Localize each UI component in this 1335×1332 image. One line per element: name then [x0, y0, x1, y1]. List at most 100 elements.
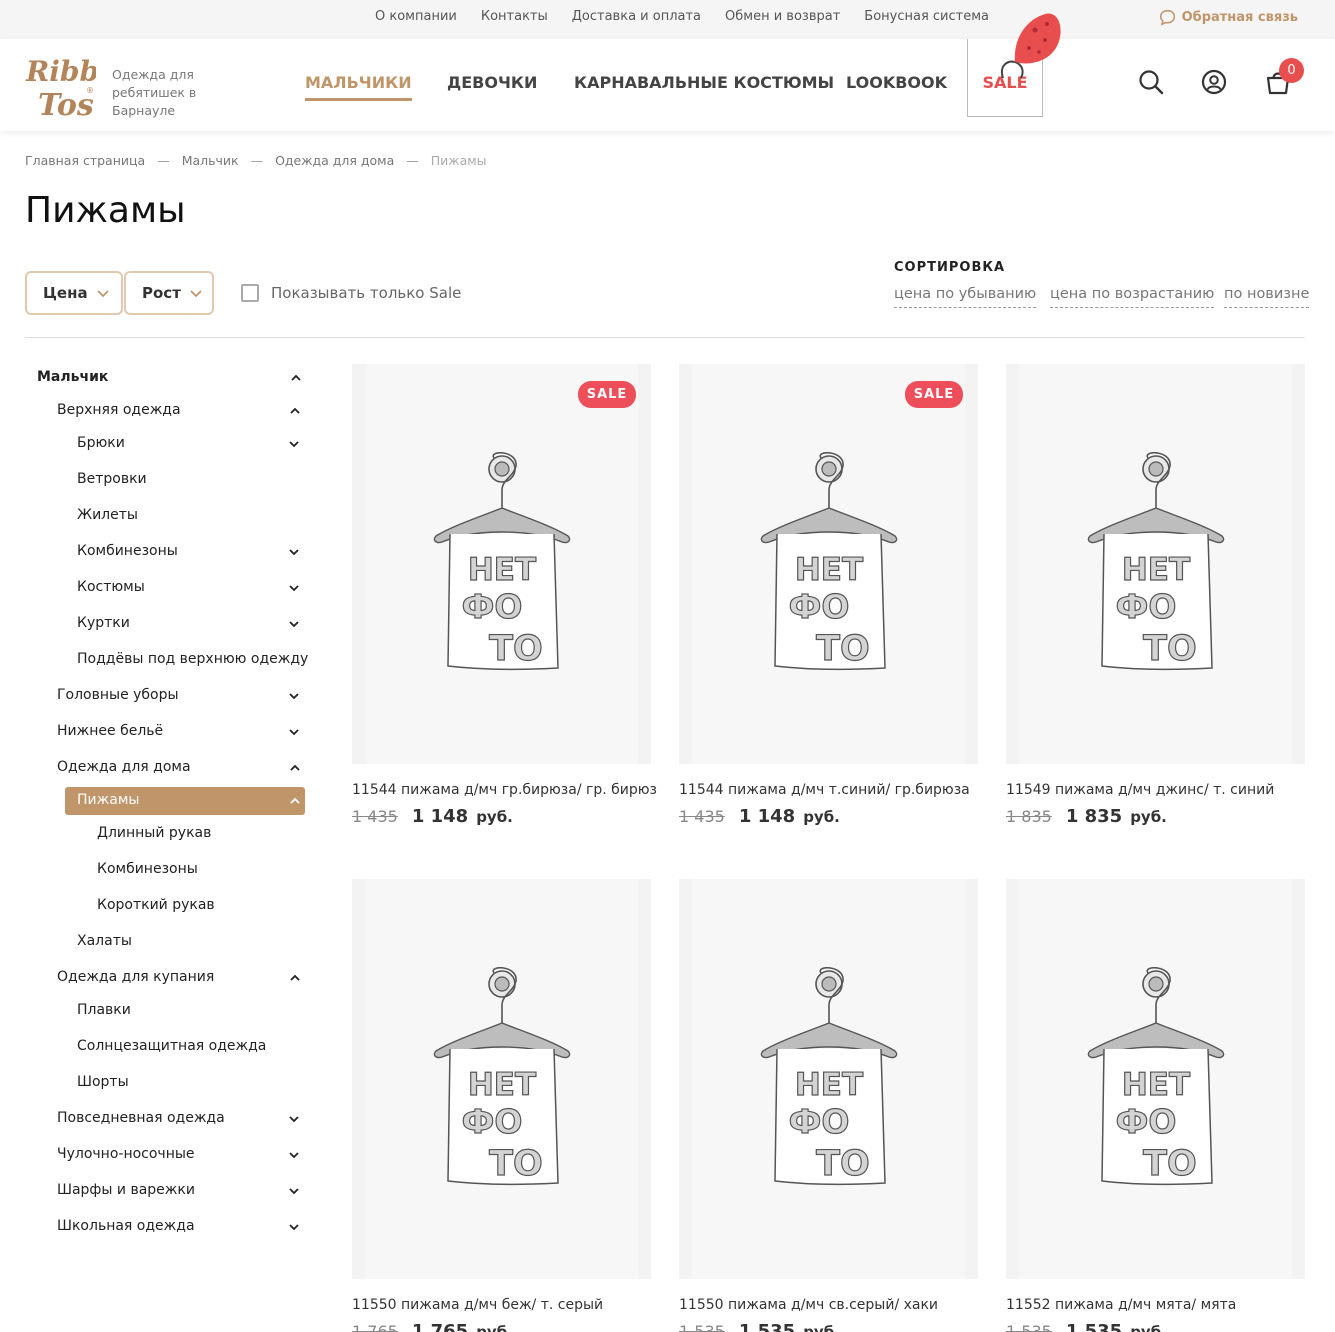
current-price: 1 148 [411, 806, 469, 827]
sidebar-item-suits[interactable]: Костюмы [77, 579, 145, 595]
breadcrumb-home[interactable]: Главная страница [25, 153, 145, 168]
sidebar-item-scarves[interactable]: Шарфы и варежки [57, 1182, 195, 1198]
chevron-down-icon[interactable] [288, 438, 300, 450]
chevron-down-icon[interactable] [288, 726, 300, 738]
top-nav-contacts[interactable]: Контакты [481, 9, 548, 24]
no-photo-text: НЕТ [1122, 1067, 1190, 1103]
sidebar-item-pajama-overalls[interactable]: Комбинезоны [97, 861, 198, 877]
currency: руб. [803, 808, 840, 826]
price-filter-label: Цена [43, 284, 88, 302]
breadcrumb-home-clothes[interactable]: Одежда для дома [275, 153, 394, 168]
sidebar-item-swimwear[interactable]: Одежда для купания [57, 969, 214, 985]
sidebar-item-pants[interactable]: Брюки [77, 435, 125, 451]
sort-price-desc[interactable]: цена по убыванию [894, 286, 1037, 308]
sidebar-item-vests[interactable]: Жилеты [77, 507, 138, 523]
chevron-down-icon[interactable] [288, 546, 300, 558]
sort-newest[interactable]: по новизне [1224, 286, 1310, 308]
sidebar-item-homewear[interactable]: Одежда для дома [57, 759, 191, 775]
product-name[interactable]: 11544 пижама д/мч гр.бирюза/ гр. бирюз [352, 782, 657, 798]
hanger-icon: НЕТ ФО ТО [1087, 967, 1225, 1186]
chevron-up-icon[interactable] [290, 372, 302, 384]
sidebar-item-boy[interactable]: Мальчик [37, 369, 108, 385]
hanger-icon: НЕТ ФО ТО [760, 967, 898, 1186]
sidebar-item-long-sleeve[interactable]: Длинный рукав [97, 825, 211, 841]
sidebar-item-swim-trunks[interactable]: Плавки [77, 1002, 131, 1018]
product-name[interactable]: 11550 пижама д/мч св.серый/ хаки [679, 1297, 938, 1313]
chevron-down-icon[interactable] [288, 1113, 300, 1125]
no-photo-text: НЕТ [1122, 552, 1190, 588]
nav-lookbook[interactable]: Lookbook [846, 73, 947, 92]
chat-icon [1159, 9, 1175, 26]
currency: руб. [1130, 808, 1167, 826]
product-name[interactable]: 11544 пижама д/мч т.синий/ гр.бирюза [679, 782, 970, 798]
feedback-link[interactable]: Обратная связь [1159, 9, 1298, 26]
sale-only-checkbox[interactable]: Показывать только Sale [241, 284, 461, 302]
current-price: 1 535 [738, 1321, 796, 1332]
product-image[interactable]: НЕТ ФО ТО [352, 879, 651, 1279]
old-price: 1 535 [1006, 1322, 1052, 1332]
no-photo-text: ТО [1143, 1144, 1197, 1184]
height-filter-button[interactable]: Рост [124, 271, 214, 315]
search-icon[interactable] [1138, 69, 1164, 95]
chevron-up-icon[interactable] [289, 405, 301, 417]
breadcrumb-boy[interactable]: Мальчик [182, 153, 239, 168]
sidebar-item-windbreakers[interactable]: Ветровки [77, 471, 147, 487]
sidebar-item-pajamas[interactable]: Пижамы [77, 792, 139, 808]
chevron-up-icon[interactable] [289, 795, 301, 807]
sidebar-item-underlayers[interactable]: Поддёвы под верхнюю одежду [77, 651, 308, 667]
chevron-down-icon[interactable] [288, 1185, 300, 1197]
chevron-up-icon[interactable] [289, 972, 301, 984]
top-nav-delivery[interactable]: Доставка и оплата [572, 9, 701, 24]
product-price: 1 835 1 835 руб. [1006, 806, 1167, 827]
svg-text:Ribbi: Ribbi [25, 55, 96, 88]
top-nav-bonus[interactable]: Бонусная система [864, 9, 989, 24]
chevron-down-icon[interactable] [288, 1221, 300, 1233]
sidebar-item-overalls[interactable]: Комбинезоны [77, 543, 178, 559]
chevron-down-icon[interactable] [288, 582, 300, 594]
current-price: 1 835 [1065, 806, 1123, 827]
sidebar-item-casual[interactable]: Повседневная одежда [57, 1110, 225, 1126]
nav-girls[interactable]: Девочки [447, 73, 537, 92]
nav-boys[interactable]: Мальчики [305, 73, 412, 101]
sidebar-item-school[interactable]: Школьная одежда [57, 1218, 195, 1234]
nav-costumes[interactable]: Карнавальные костюмы [574, 73, 834, 92]
sidebar-item-jackets[interactable]: Куртки [77, 615, 130, 631]
product-image[interactable]: НЕТ ФО ТО SALE [352, 364, 651, 764]
main-header: Ribbi Tos ® Одежда для ребятишек в Барна… [0, 13, 1335, 131]
hanger-icon: НЕТ ФО ТО [760, 452, 898, 671]
sidebar-item-outerwear[interactable]: Верхняя одежда [57, 402, 181, 418]
chevron-down-icon[interactable] [288, 1149, 300, 1161]
sort-price-asc[interactable]: цена по возрастанию [1050, 286, 1215, 308]
height-filter-label: Рост [142, 284, 181, 302]
user-icon[interactable] [1201, 69, 1227, 95]
current-price: 1 765 [411, 1321, 469, 1332]
currency: руб. [1130, 1323, 1167, 1332]
no-photo-text: ТО [816, 629, 870, 669]
top-bar: О компании Контакты Доставка и оплата Об… [0, 0, 1335, 39]
product-name[interactable]: 11552 пижама д/мч мята/ мята [1006, 1297, 1236, 1313]
product-image[interactable]: НЕТ ФО ТО [1006, 364, 1305, 764]
chevron-down-icon [190, 290, 202, 298]
product-image[interactable]: НЕТ ФО ТО [679, 879, 978, 1279]
product-image[interactable]: НЕТ ФО ТО SALE [679, 364, 978, 764]
product-image[interactable]: НЕТ ФО ТО [1006, 879, 1305, 1279]
sidebar-item-sun-protection[interactable]: Солнцезащитная одежда [77, 1038, 266, 1054]
chevron-up-icon[interactable] [289, 762, 301, 774]
sidebar-item-underwear[interactable]: Нижнее бельё [57, 723, 163, 739]
chevron-down-icon[interactable] [288, 618, 300, 630]
sidebar-item-shorts[interactable]: Шорты [77, 1074, 129, 1090]
chevron-down-icon[interactable] [288, 690, 300, 702]
top-nav-returns[interactable]: Обмен и возврат [725, 9, 840, 24]
ribbitos-logo[interactable]: Ribbi Tos ® [24, 47, 96, 122]
sidebar-item-robes[interactable]: Халаты [77, 933, 132, 949]
checkbox-box[interactable] [241, 284, 259, 302]
sidebar-item-hosiery[interactable]: Чулочно-носочные [57, 1146, 195, 1162]
sidebar-item-headwear[interactable]: Головные уборы [57, 687, 179, 703]
sidebar-item-short-sleeve[interactable]: Короткий рукав [97, 897, 215, 913]
page-title: Пижамы [25, 190, 186, 231]
price-filter-button[interactable]: Цена [25, 271, 123, 315]
top-nav-about[interactable]: О компании [375, 9, 457, 24]
product-name[interactable]: 11549 пижама д/мч джинс/ т. синий [1006, 782, 1274, 798]
product-name[interactable]: 11550 пижама д/мч беж/ т. серый [352, 1297, 603, 1313]
no-photo-text: НЕТ [468, 552, 536, 588]
